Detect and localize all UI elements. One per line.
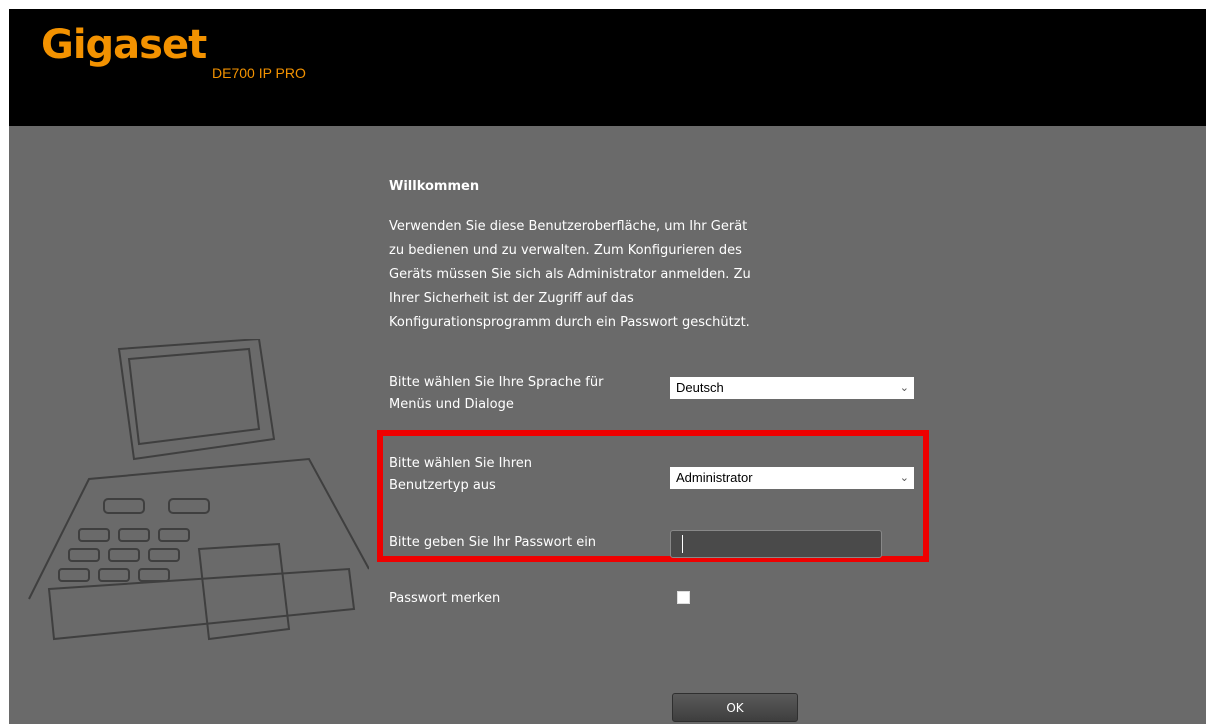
ok-button[interactable]: OK	[672, 693, 798, 722]
content-area	[9, 126, 1206, 134]
text-caret	[682, 535, 683, 553]
chevron-down-icon: ⌄	[899, 382, 909, 394]
phone-illustration	[28, 339, 369, 641]
language-label: Bitte wählen Sie Ihre Sprache für Menüs …	[389, 375, 604, 412]
language-select[interactable]: Deutsch ⌄	[670, 377, 914, 399]
intro-line: Konfigurationsprogramm durch ein Passwor…	[389, 315, 750, 330]
gigaset-logo: Gigaset	[41, 22, 207, 68]
header-bar: Gigaset DE700 IP PRO	[9, 9, 1206, 126]
usertype-label: Bitte wählen Sie Ihren Benutzertyp aus	[389, 456, 533, 493]
intro-text: Verwenden Sie diese Benutzeroberfläche, …	[389, 215, 849, 335]
chevron-down-icon: ⌄	[899, 472, 909, 484]
password-label: Bitte geben Sie Ihr Passwort ein	[389, 535, 597, 550]
intro-line: Ihrer Sicherheit ist der Zugriff auf das	[389, 291, 634, 306]
app-window: Gigaset DE700 IP PRO Willkommen Verwende…	[9, 9, 1206, 724]
intro-line: zu bedienen und zu verwalten. Zum Konfig…	[389, 243, 742, 258]
usertype-select[interactable]: Administrator ⌄	[670, 467, 914, 489]
intro-line: Verwenden Sie diese Benutzeroberfläche, …	[389, 219, 748, 234]
remember-label: Passwort merken	[389, 591, 501, 606]
password-input[interactable]	[670, 530, 882, 558]
model-name: DE700 IP PRO	[212, 65, 306, 81]
remember-password-checkbox[interactable]	[677, 591, 690, 604]
language-selected-value: Deutsch	[676, 380, 724, 395]
usertype-selected-value: Administrator	[676, 470, 753, 485]
welcome-title: Willkommen	[389, 179, 480, 194]
intro-line: Geräts müssen Sie sich als Administrator…	[389, 267, 751, 282]
